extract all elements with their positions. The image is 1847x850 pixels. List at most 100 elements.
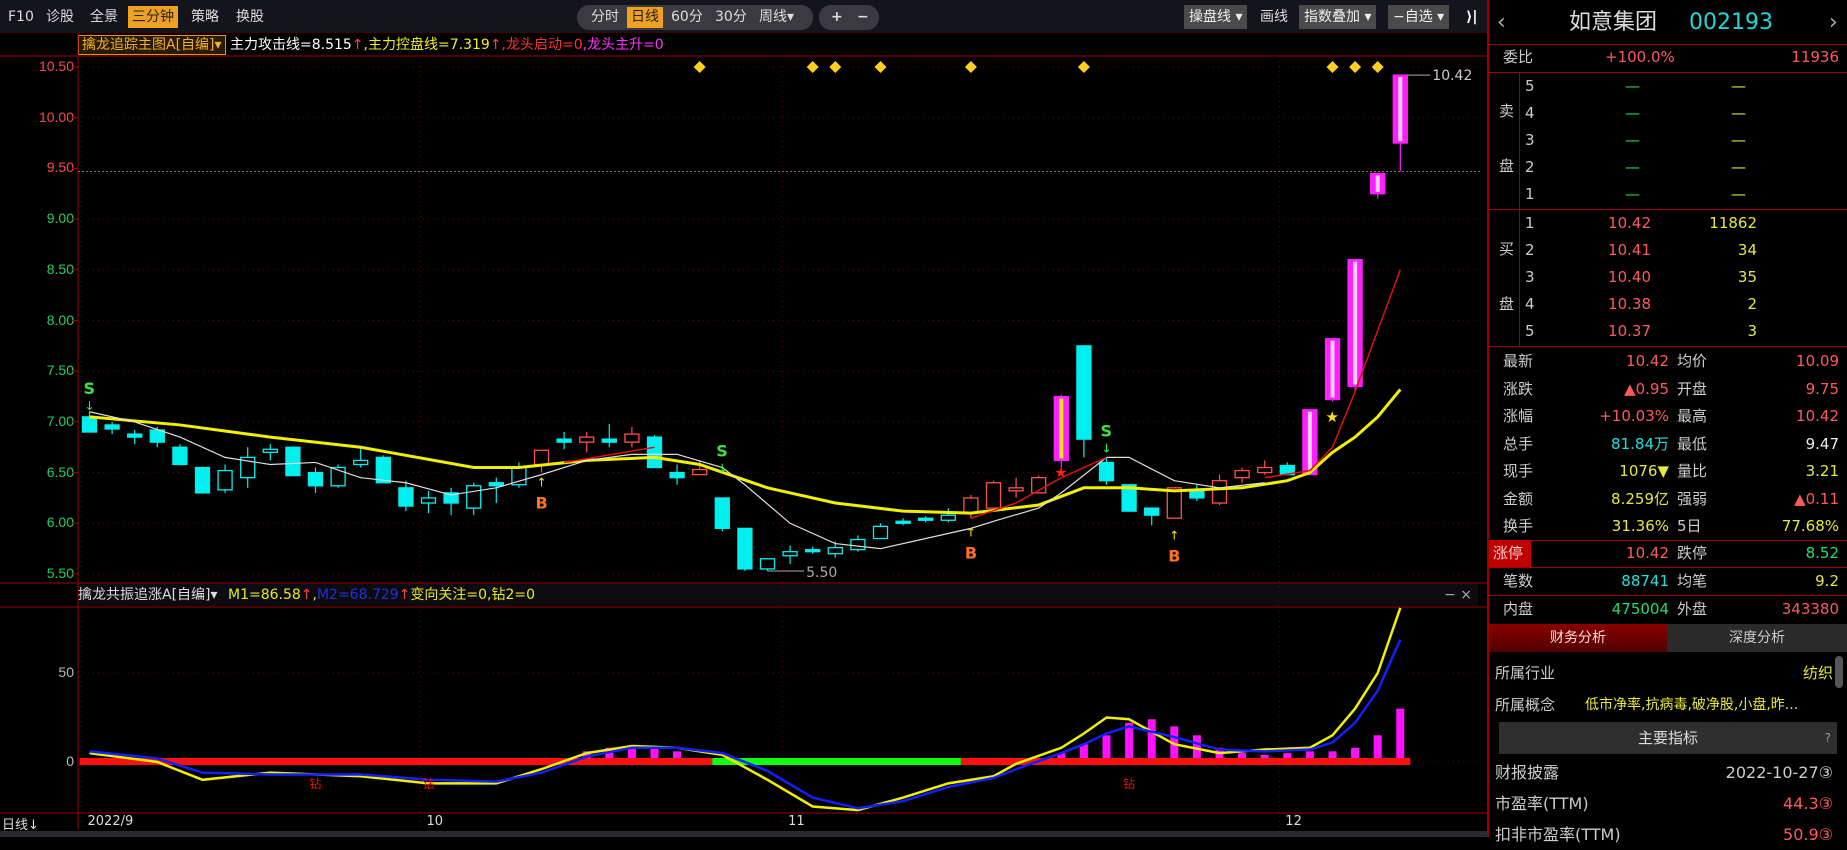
stat-value: ▲0.95: [1624, 379, 1669, 398]
next-stock-icon[interactable]: ›: [1829, 6, 1838, 40]
buy-volume: 3: [1747, 322, 1757, 340]
trades-value: 88741: [1621, 572, 1669, 590]
candle-body: [940, 514, 956, 521]
financial-value: 2022-10-27③: [1725, 763, 1833, 782]
stat-label: 总手: [1503, 434, 1534, 453]
main-indicators-header: 主要指标 ?: [1499, 722, 1837, 754]
candle-body: [872, 525, 889, 540]
level-number: 3: [1525, 131, 1535, 149]
candle-body: [533, 449, 550, 466]
diamond-marker: [874, 61, 887, 73]
limit-row: 涨停 10.42 跌停 8.52: [1489, 540, 1847, 567]
candle-body: [285, 446, 301, 477]
prev-stock-icon[interactable]: ‹: [1497, 6, 1506, 40]
scrollbar[interactable]: [1835, 656, 1843, 688]
industry-row: 所属行业 纺织: [1489, 658, 1847, 688]
zuan-marker: 钻: [1123, 776, 1135, 791]
candle-body: [398, 487, 414, 507]
momentum-bar: [1102, 735, 1111, 762]
concept-value[interactable]: 低市净率,抗病毒,破净股,小盘,昨...: [1585, 690, 1798, 720]
buy-price: 10.40: [1608, 268, 1651, 286]
financial-value: 50.9③: [1783, 825, 1833, 844]
candle-body: [1144, 507, 1160, 516]
buy-price: 10.42: [1608, 214, 1651, 232]
level-number: 4: [1525, 295, 1535, 313]
low-label: 5.50: [806, 565, 837, 581]
stat-label: 均价: [1677, 352, 1708, 370]
concept-label: 所属概念: [1495, 696, 1556, 714]
bottom-tab-strip: [0, 831, 1487, 837]
weibi-pct: +100.0%: [1605, 48, 1675, 66]
limit-down-value: 8.52: [1805, 544, 1839, 562]
trades-row: 笔数 88741 均笔 9.2: [1489, 568, 1847, 595]
diamond-marker: [964, 61, 977, 73]
candle-body: [81, 416, 98, 433]
candle-body: [1257, 466, 1273, 474]
sell-price: —: [1625, 104, 1640, 122]
quote-panel: ‹ 如意集团 002193 › 委比 +100.0% 11936 卖 盘 买 盘…: [1487, 0, 1847, 844]
stat-value: 9.75: [1805, 379, 1839, 398]
main-indicators-title: 主要指标: [1637, 729, 1698, 747]
arrow-down-icon: ↓: [1102, 441, 1112, 455]
m1-line: [89, 607, 1402, 812]
sell-price: —: [1625, 77, 1640, 95]
candle-body: [104, 424, 120, 430]
arrow-down-icon: ↓: [717, 462, 727, 476]
buy-level-row: 5 10.37 3: [1489, 318, 1847, 345]
zuan-marker: 钻: [310, 776, 322, 791]
sell-signal: S: [1101, 421, 1113, 440]
help-icon[interactable]: ?: [1825, 722, 1831, 754]
stat-row: 总手 81.84万 最低 9.47: [1489, 431, 1847, 458]
industry-value[interactable]: 纺织: [1803, 658, 1833, 688]
stat-value: 9.47: [1805, 434, 1839, 453]
financial-label: 财报披露: [1495, 763, 1560, 782]
sell-signal: S: [716, 442, 728, 461]
limit-down-label: 跌停: [1677, 544, 1708, 562]
limit-up-stripe: [1330, 340, 1335, 398]
stat-label: 金额: [1503, 489, 1534, 508]
stat-label: 涨幅: [1503, 407, 1534, 425]
arrow-up-icon: ↑: [537, 476, 547, 490]
limit-up-label: 涨停: [1489, 540, 1531, 567]
candle-body: [782, 551, 798, 557]
candle-body: [692, 468, 708, 476]
candle-body: [466, 485, 482, 509]
kline-chart[interactable]: S↓S↓S↓↑B↑B↑B★★10.425.50钻钻钻: [0, 0, 1487, 837]
sell-volume: —: [1731, 158, 1746, 176]
buy-level-row: 4 10.38 2: [1489, 291, 1847, 318]
outer-label: 外盘: [1677, 600, 1708, 618]
stat-value: 31.36%: [1611, 517, 1669, 535]
stat-row: 最新 10.42 均价 10.09: [1489, 348, 1847, 375]
stat-label: 最高: [1677, 407, 1708, 425]
avg-trade-value: 9.2: [1815, 572, 1839, 590]
sell-price: —: [1625, 158, 1640, 176]
financial-row: 扣非市盈率(TTM) 50.9③: [1489, 820, 1847, 850]
buy-signal: B: [536, 494, 548, 513]
tab-financial[interactable]: 财务分析: [1489, 624, 1667, 652]
tab-depth[interactable]: 深度分析: [1667, 624, 1847, 652]
stat-value: 10.09: [1796, 352, 1839, 370]
candle-body: [556, 438, 572, 443]
zuan-marker: 钻: [423, 776, 435, 791]
limit-up-stripe: [1375, 175, 1380, 192]
buy-level-row: 3 10.40 35: [1489, 264, 1847, 291]
buy-signal: B: [965, 543, 977, 562]
arrow-down-icon: ↓: [85, 399, 95, 413]
candle-body: [307, 471, 324, 487]
candle-body: [737, 527, 753, 570]
candle-body: [827, 546, 843, 555]
inner-value: 475004: [1611, 600, 1669, 618]
concept-row: 所属概念 低市净率,抗病毒,破净股,小盘,昨...: [1489, 690, 1847, 720]
inner-label: 内盘: [1503, 600, 1534, 618]
sell-volume: —: [1731, 185, 1746, 203]
stat-label: 现手: [1503, 462, 1534, 480]
limit-up-stripe: [1398, 77, 1403, 142]
financial-label: 扣非市盈率(TTM): [1495, 825, 1621, 844]
star-icon: ★: [1054, 464, 1067, 482]
candle-body: [217, 469, 233, 491]
buy-volume: 34: [1737, 241, 1757, 259]
momentum-bar: [1396, 708, 1405, 762]
candle-body: [601, 438, 617, 443]
financial-row: 市盈率(TTM) 44.3③: [1489, 789, 1847, 819]
stock-name: 如意集团: [1569, 10, 1658, 35]
